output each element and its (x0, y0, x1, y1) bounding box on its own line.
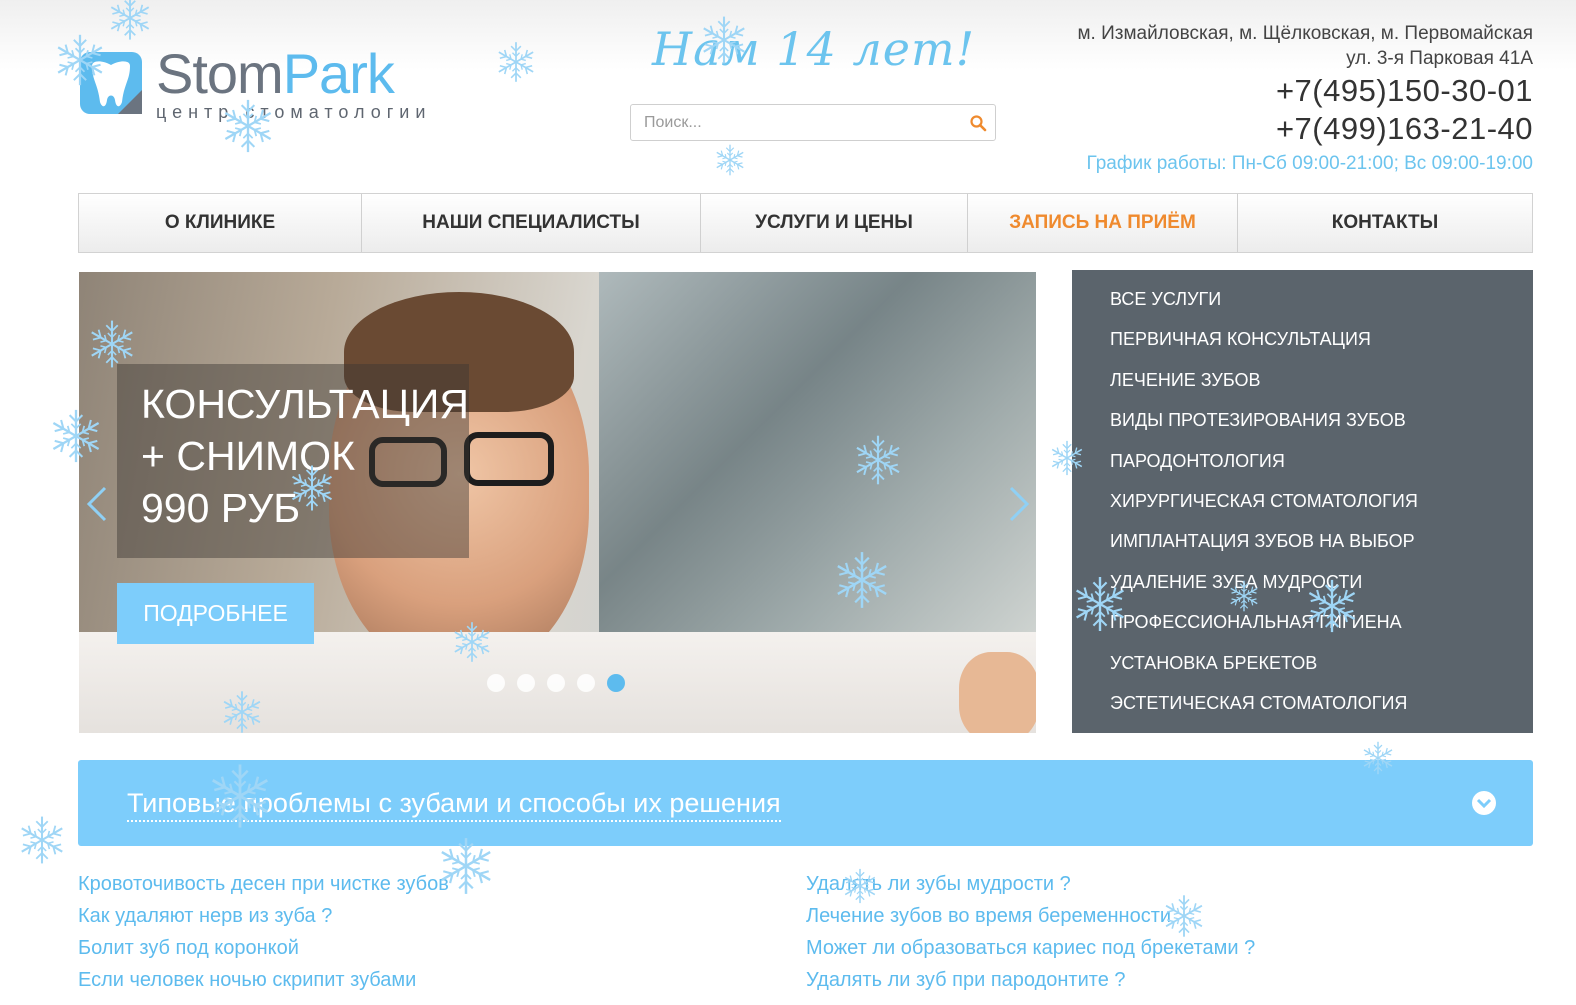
chevron-down-icon[interactable] (1471, 790, 1497, 816)
snowflake-icon (21, 816, 63, 864)
search-icon[interactable] (969, 114, 987, 132)
promo-line: 990 РУБ (141, 485, 301, 531)
working-hours: График работы: Пн-Сб 09:00-21:00; Вс 09:… (1086, 153, 1533, 174)
service-link[interactable]: УДАЛЕНИЕ ЗУБА МУДРОСТИ (1072, 569, 1533, 609)
logo-subtitle: центр стоматологии (156, 102, 432, 122)
faq-link[interactable]: Кровоточивость десен при чистке зубов (78, 868, 449, 900)
promo-line: КОНСУЛЬТАЦИЯ (141, 381, 469, 427)
anniversary-banner: Нам 14 лет! (652, 22, 976, 76)
slider-dot[interactable] (547, 674, 565, 692)
nav-item-contacts[interactable]: КОНТАКТЫ (1238, 194, 1532, 252)
faq-link[interactable]: Болит зуб под коронкой (78, 932, 449, 964)
slider-dots (487, 674, 625, 692)
glasses (464, 432, 554, 486)
faq-link[interactable]: Лечение зубов во время беременности (806, 900, 1255, 932)
metro-stations: м. Измайловская, м. Щёлковская, м. Перво… (1077, 23, 1533, 44)
nav-item-services-prices[interactable]: УСЛУГИ И ЦЕНЫ (701, 194, 968, 252)
site-header: StomPark центр стоматологии Нам 14 лет! … (0, 0, 1576, 190)
faq-list-left: Кровоточивость десен при чистке зубов Ка… (78, 868, 449, 996)
service-link[interactable]: ЛЕЧЕНИЕ ЗУБОВ (1072, 367, 1533, 407)
faq-link[interactable]: Удалять ли зуб при пародонтите ? (806, 964, 1255, 996)
promo-slider: КОНСУЛЬТАЦИЯ + СНИМОК 990 РУБ ПОДРОБНЕЕ (79, 272, 1036, 733)
service-link[interactable]: ХИРУРГИЧЕСКАЯ СТОМАТОЛОГИЯ (1072, 488, 1533, 528)
more-button[interactable]: ПОДРОБНЕЕ (117, 583, 314, 644)
search-input[interactable] (631, 105, 951, 140)
service-link[interactable]: ПЕРВИЧНАЯ КОНСУЛЬТАЦИЯ (1072, 326, 1533, 366)
services-menu: ВСЕ УСЛУГИ ПЕРВИЧНАЯ КОНСУЛЬТАЦИЯ ЛЕЧЕНИ… (1072, 270, 1533, 733)
street-address: ул. 3-я Парковая 41А (1346, 48, 1533, 69)
service-link[interactable]: ПРОФЕССИОНАЛЬНАЯ ГИГИЕНА (1072, 609, 1533, 649)
search-box (630, 104, 996, 141)
doctor-hand (959, 652, 1036, 733)
faq-list-right: Удалять ли зубы мудрости ? Лечение зубов… (806, 868, 1255, 996)
service-link[interactable]: ПАРОДОНТОЛОГИЯ (1072, 448, 1533, 488)
slider-dot-active[interactable] (607, 674, 625, 692)
faq-link[interactable]: Может ли образоваться кариес под брекета… (806, 932, 1255, 964)
service-link[interactable]: ИМПЛАНТАЦИЯ ЗУБОВ НА ВЫБОР (1072, 528, 1533, 568)
service-link[interactable]: ВИДЫ ПРОТЕЗИРОВАНИЯ ЗУБОВ (1072, 407, 1533, 447)
contacts-block: м. Измайловская, м. Щёлковская, м. Перво… (1077, 22, 1533, 180)
service-link[interactable]: ВСЕ УСЛУГИ (1072, 286, 1533, 326)
main-nav: О КЛИНИКЕ НАШИ СПЕЦИАЛИСТЫ УСЛУГИ И ЦЕНЫ… (78, 193, 1533, 253)
arrow-left-icon[interactable] (85, 484, 109, 524)
faq-link[interactable]: Как удаляют нерв из зуба ? (78, 900, 449, 932)
phone-primary[interactable]: +7(495)150-30-01 (1077, 72, 1533, 110)
nav-item-specialists[interactable]: НАШИ СПЕЦИАЛИСТЫ (362, 194, 701, 252)
faq-title[interactable]: Типовые проблемы с зубами и способы их р… (127, 786, 781, 822)
faq-header[interactable]: Типовые проблемы с зубами и способы их р… (78, 760, 1533, 846)
promo-caption: КОНСУЛЬТАЦИЯ + СНИМОК 990 РУБ (117, 364, 469, 558)
phone-secondary[interactable]: +7(499)163-21-40 (1077, 110, 1533, 148)
nav-item-clinic[interactable]: О КЛИНИКЕ (79, 194, 362, 252)
slider-dot[interactable] (577, 674, 595, 692)
logo-name: StomPark (156, 42, 395, 105)
arrow-right-icon[interactable] (1007, 484, 1031, 524)
service-link[interactable]: УСТАНОВКА БРЕКЕТОВ (1072, 650, 1533, 690)
promo-line: + СНИМОК (141, 433, 355, 479)
service-link[interactable]: ЭСТЕТИЧЕСКАЯ СТОМАТОЛОГИЯ (1072, 690, 1533, 730)
nav-item-appointment[interactable]: ЗАПИСЬ НА ПРИЁМ (968, 194, 1238, 252)
faq-link[interactable]: Удалять ли зубы мудрости ? (806, 868, 1255, 900)
faq-link[interactable]: Если человек ночью скрипит зубами (78, 964, 449, 996)
logo[interactable]: StomPark центр стоматологии (78, 42, 458, 124)
slider-dot[interactable] (487, 674, 505, 692)
tooth-logo-icon (80, 52, 142, 114)
slider-dot[interactable] (517, 674, 535, 692)
